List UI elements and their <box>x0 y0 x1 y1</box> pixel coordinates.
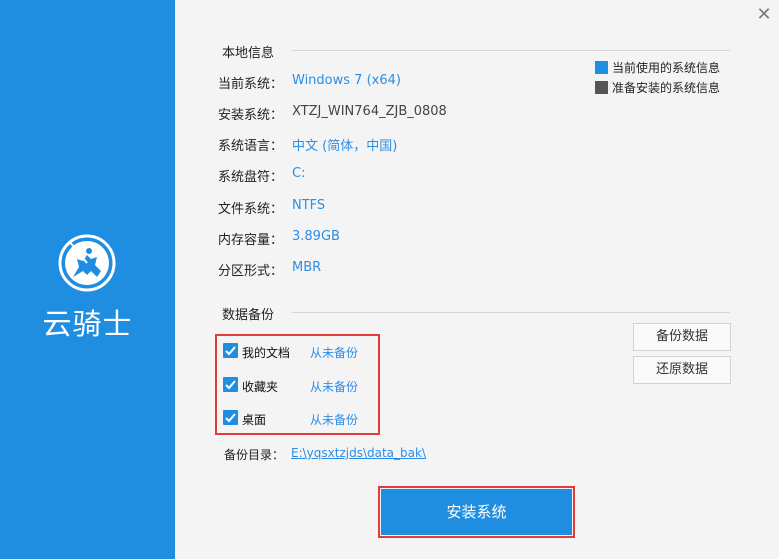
install-system-label: 安装系统： <box>218 108 284 123</box>
desktop-checkbox[interactable] <box>223 410 238 425</box>
local-info-title: 本地信息 <box>222 46 275 61</box>
desktop-label: 桌面 <box>242 413 267 427</box>
backup-title: 数据备份 <box>222 308 275 323</box>
check-icon <box>225 413 236 423</box>
legend-install: 准备安装的系统信息 <box>595 79 720 96</box>
brand-name: 云骑士 <box>42 307 133 341</box>
current-system-value: Windows 7 (x64) <box>292 73 401 88</box>
check-icon <box>225 380 236 390</box>
system-drive-value: C: <box>292 166 306 181</box>
favorites-label: 收藏夹 <box>242 380 279 394</box>
favorites-checkbox[interactable] <box>223 377 238 392</box>
close-icon[interactable]: ✕ <box>756 6 772 24</box>
legend-install-swatch <box>595 81 608 94</box>
restore-data-button[interactable]: 还原数据 <box>633 356 731 384</box>
backup-divider <box>292 312 730 313</box>
current-system-label: 当前系统： <box>218 77 284 92</box>
legend-current-label: 当前使用的系统信息 <box>612 61 721 75</box>
knight-logo-icon <box>58 234 116 292</box>
documents-label: 我的文档 <box>242 346 291 360</box>
memory-label: 内存容量： <box>218 233 284 248</box>
system-language-value: 中文 (简体，中国) <box>292 139 398 154</box>
desktop-status: 从未备份 <box>310 413 359 427</box>
legend-current: 当前使用的系统信息 <box>595 59 720 76</box>
documents-status: 从未备份 <box>310 346 359 360</box>
file-system-label: 文件系统： <box>218 202 284 217</box>
system-drive-label: 系统盘符： <box>218 170 284 185</box>
install-system-value: XTZJ_WIN764_ZJB_0808 <box>292 104 447 119</box>
check-icon <box>225 346 236 356</box>
backup-dir-label: 备份目录： <box>224 448 285 462</box>
partition-style-value: MBR <box>292 260 322 275</box>
partition-style-label: 分区形式： <box>218 264 284 279</box>
brand-panel: 云骑士 <box>0 0 175 559</box>
backup-data-button[interactable]: 备份数据 <box>633 323 731 351</box>
system-language-label: 系统语言： <box>218 139 284 154</box>
file-system-value: NTFS <box>292 198 326 213</box>
memory-value: 3.89GB <box>292 229 340 244</box>
install-button-highlight <box>378 486 575 538</box>
documents-checkbox[interactable] <box>223 343 238 358</box>
backup-dir-link[interactable]: E:\yqsxtzjds\data_bak\ <box>291 446 426 460</box>
favorites-status: 从未备份 <box>310 380 359 394</box>
installer-window: 云骑士 ✕ 本地信息 当前系统： Windows 7 (x64) 安装系统： X… <box>0 0 779 559</box>
local-info-divider <box>292 50 730 51</box>
legend-install-label: 准备安装的系统信息 <box>612 81 721 95</box>
legend-current-swatch <box>595 61 608 74</box>
